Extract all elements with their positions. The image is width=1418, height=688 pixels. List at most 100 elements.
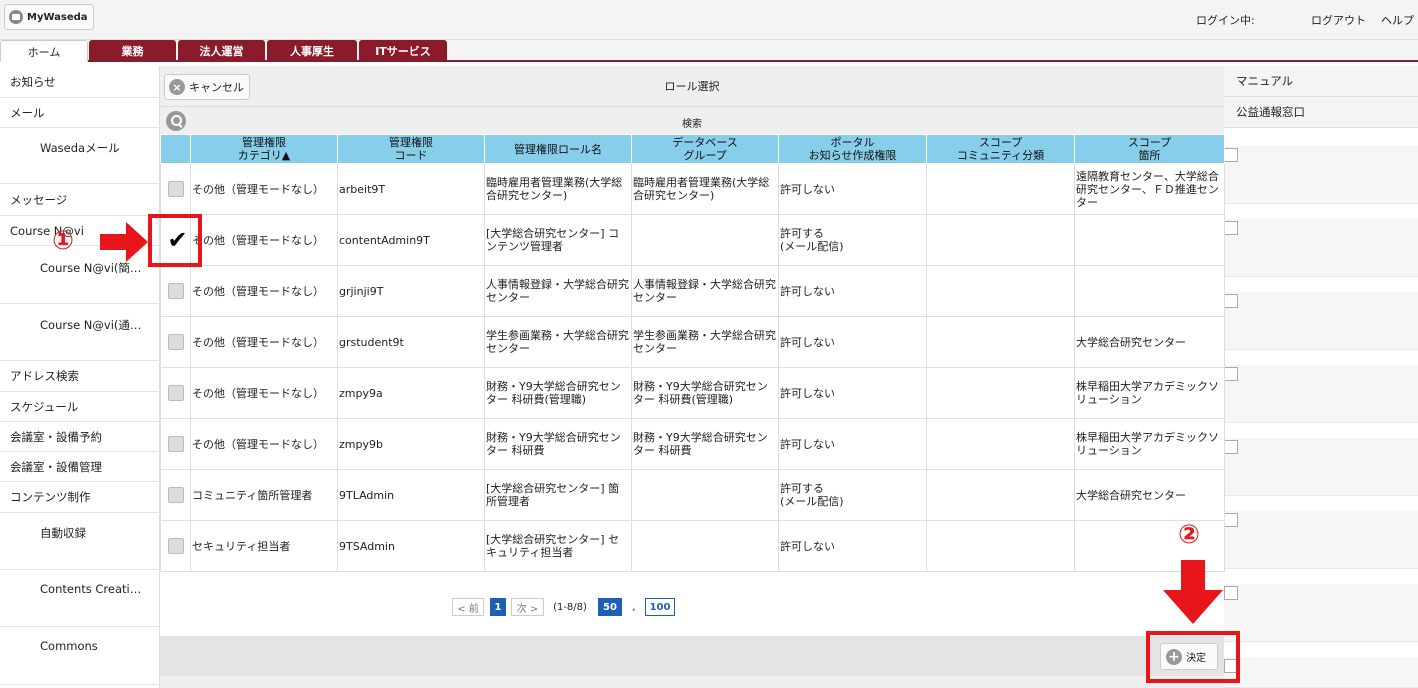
row-checkbox-cell[interactable] <box>160 265 191 317</box>
cell-db: 財務・Y9大学総合研究センター 科研費(管理職) <box>631 367 779 419</box>
cell-portal: 許可しない <box>778 163 927 215</box>
cell-portal: 許可しない <box>778 418 927 470</box>
cell-category: コミュニティ箇所管理者 <box>190 469 338 521</box>
cell-code: grstudent9t <box>337 316 485 368</box>
cell-db: 臨時雇用者管理業務(大学総合研究センター) <box>631 163 779 215</box>
home-button[interactable]: MyWaseda <box>4 4 94 30</box>
sidebar-item-auto-recording[interactable]: 自動収録 <box>0 513 160 570</box>
row-checkbox-cell[interactable] <box>160 520 191 572</box>
cell-scope <box>1074 214 1225 266</box>
row-checkbox[interactable] <box>167 283 184 299</box>
cell-category: その他（管理モードなし） <box>190 163 338 215</box>
tab-it-service[interactable]: ITサービス <box>359 40 447 62</box>
sidebar-item-contents-creation[interactable]: Contents Creati… <box>0 570 160 627</box>
column-header: スコープ コミュニティ分類 <box>926 134 1075 164</box>
cell-category: セキュリティ担当者 <box>190 520 338 572</box>
tab-corporate[interactable]: 法人運営 <box>178 40 265 62</box>
help-link[interactable]: ヘルプ <box>1381 12 1414 28</box>
page-1-button[interactable]: 1 <box>490 598 506 616</box>
broken-image-icon <box>1224 219 1418 277</box>
table-header-row: 管理権限 カテゴリ▲ 管理権限 コード 管理権限ロール名 データベース グループ ポータ… <box>160 134 1225 164</box>
table-row[interactable]: その他（管理モードなし） grjinji9T 人事情報登録・大学総合研究センター 人事… <box>160 265 1225 317</box>
cell-scope: 大学総合研究センター <box>1074 469 1225 521</box>
main-tabs: ホーム 業務 法人運営 人事厚生 ITサービス <box>0 40 1418 62</box>
row-checkbox-cell[interactable] <box>160 469 191 521</box>
table-row[interactable]: その他（管理モードなし） arbeit9T 臨時雇用者管理業務(大学総合研究センター… <box>160 163 1225 215</box>
cell-db: 学生参画業務・大学総合研究センター <box>631 316 779 368</box>
cell-scope: 大学総合研究センター <box>1074 316 1225 368</box>
sidebar-item-message[interactable]: メッセージ <box>0 184 160 216</box>
home-label: MyWaseda <box>27 11 88 23</box>
sidebar-item-room-management[interactable]: 会議室・設備管理 <box>0 452 160 482</box>
page-size-50[interactable]: 50 <box>598 598 622 616</box>
home-icon <box>9 10 23 24</box>
cell-code: zmpy9b <box>337 418 485 470</box>
tab-hr[interactable]: 人事厚生 <box>267 40 357 62</box>
sidebar-item-content-production[interactable]: コンテンツ制作 <box>0 482 160 513</box>
row-checkbox[interactable] <box>167 436 184 452</box>
cell-scope <box>1074 265 1225 317</box>
sidebar-item-room-reservation[interactable]: 会議室・設備予約 <box>0 422 160 452</box>
logout-link[interactable]: ログアウト <box>1311 12 1366 28</box>
row-checkbox[interactable] <box>167 385 184 401</box>
page-size-separator: , <box>632 601 636 613</box>
row-checkbox[interactable] <box>167 538 184 554</box>
sidebar-item-commons[interactable]: Commons <box>0 627 160 685</box>
prev-page-button[interactable]: < 前 <box>452 598 484 616</box>
tab-home[interactable]: ホーム <box>0 40 88 62</box>
next-page-button[interactable]: 次 > <box>511 598 544 616</box>
sidebar-item-address-search[interactable]: アドレス検索 <box>0 361 160 392</box>
tab-business[interactable]: 業務 <box>89 40 176 62</box>
sidebar-item-news[interactable]: お知らせ <box>0 66 160 98</box>
table-row[interactable]: その他（管理モードなし） zmpy9b 財務・Y9大学総合研究センター 科研費 財務・… <box>160 418 1225 470</box>
row-checkbox-cell[interactable] <box>160 316 191 368</box>
cell-role: [大学総合研究センター] セキュリティ担当者 <box>484 520 632 572</box>
row-checkbox-cell[interactable] <box>160 418 191 470</box>
annotation-arrow-right-icon <box>100 222 148 262</box>
cell-role: [大学総合研究センター] 箇所管理者 <box>484 469 632 521</box>
search-bar[interactable]: 検索 <box>160 106 1224 134</box>
column-header: ポータル お知らせ作成権限 <box>778 134 927 164</box>
table-row[interactable]: その他（管理モードなし） grstudent9t 学生参画業務・大学総合研究センター… <box>160 316 1225 368</box>
annotation-marker-1: ① <box>52 226 75 256</box>
whistleblower-link[interactable]: 公益通報窓口 <box>1224 97 1418 128</box>
cell-scope: 株早稲田大学アカデミックソリューション <box>1074 418 1225 470</box>
cell-code: zmpy9a <box>337 367 485 419</box>
close-icon: × <box>169 79 185 95</box>
table-row[interactable]: セキュリティ担当者 9TSAdmin [大学総合研究センター] セキュリティ担当者 許… <box>160 520 1225 572</box>
cell-role: [大学総合研究センター] コンテンツ管理者 <box>484 214 632 266</box>
cancel-button[interactable]: × キャンセル <box>164 74 250 100</box>
column-header[interactable]: 管理権限 カテゴリ▲ <box>190 134 338 164</box>
login-status: ログイン中: <box>1196 14 1255 27</box>
dialog-footer <box>160 636 1224 676</box>
column-header: 管理権限ロール名 <box>484 134 632 164</box>
broken-image-icon <box>1224 657 1418 688</box>
cell-db <box>631 520 779 572</box>
cell-portal: 許可しない <box>778 316 927 368</box>
sidebar-item-course-navi-notice[interactable]: Course N@vi(通… <box>0 304 160 361</box>
top-bar: MyWaseda ログイン中: ログアウト ヘルプ <box>0 0 1418 40</box>
table-row[interactable]: コミュニティ箇所管理者 9TLAdmin [大学総合研究センター] 箇所管理者 許可す… <box>160 469 1225 521</box>
row-checkbox[interactable] <box>167 487 184 503</box>
row-checkbox[interactable] <box>167 334 184 350</box>
row-checkbox[interactable] <box>167 181 184 197</box>
cell-portal: 許可しない <box>778 265 927 317</box>
row-checkbox-cell[interactable] <box>160 367 191 419</box>
cell-category: その他（管理モードなし） <box>190 316 338 368</box>
sidebar-item-mail[interactable]: メール <box>0 98 160 128</box>
cell-role: 臨時雇用者管理業務(大学総合研究センター) <box>484 163 632 215</box>
sidebar-item-schedule[interactable]: スケジュール <box>0 392 160 422</box>
cell-category: その他（管理モードなし） <box>190 214 338 266</box>
page-size-100[interactable]: 100 <box>645 598 675 616</box>
cell-community <box>926 469 1075 521</box>
sidebar-item-waseda-mail[interactable]: Wasedaメール <box>0 128 160 184</box>
table-row[interactable]: その他（管理モードなし） zmpy9a 財務・Y9大学総合研究センター 科研費(管理… <box>160 367 1225 419</box>
cell-code: 9TSAdmin <box>337 520 485 572</box>
cell-community <box>926 316 1075 368</box>
row-checkbox-cell[interactable] <box>160 163 191 215</box>
manual-link[interactable]: マニュアル <box>1224 66 1418 97</box>
cell-scope: 株早稲田大学アカデミックソリューション <box>1074 367 1225 419</box>
cell-community <box>926 418 1075 470</box>
table-row[interactable]: ✔ その他（管理モードなし） contentAdmin9T [大学総合研究センター] … <box>160 214 1225 266</box>
sidebar: お知らせ メール Wasedaメール メッセージ Course N@vi Cou… <box>0 66 160 688</box>
